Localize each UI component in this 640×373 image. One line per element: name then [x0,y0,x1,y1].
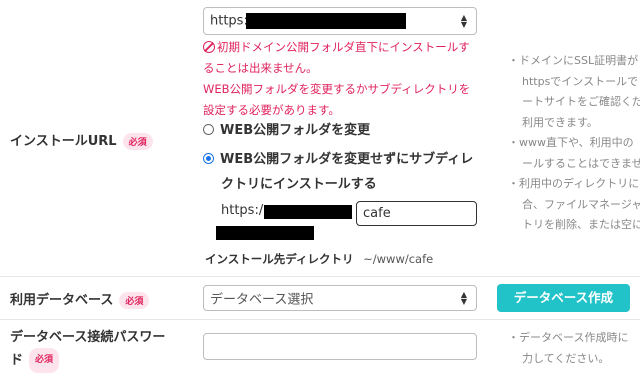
hint-line: 力してください。 [522,351,610,365]
db-password-hints: ・データベース作成時に 力してください。 [508,328,628,369]
row-divider [0,319,640,320]
db-password-label-line-2: ド [10,353,24,368]
database-select-value: データベース選択 [210,292,314,308]
radio-button[interactable] [203,124,214,135]
error-icon [203,40,215,53]
hint-line: 合、ファイルマネージャ [522,197,640,211]
select-arrows-icon: ▲ ▼ [460,13,467,29]
redacted-domain [246,13,406,29]
hint-line: ・www直下や、利用中の [508,136,634,149]
error-line-1: 初期ドメイン公開フォルダ直下にインストールす [203,37,475,58]
subdir-prefix: https:/ [221,203,264,218]
hint-line: httpsでインストールで [522,74,639,88]
redacted-line [216,226,314,240]
install-dir-label: インストール先ディレクトリ [205,252,354,266]
database-label: 利用データベース 必須 [10,289,150,309]
install-dir-row: インストール先ディレクトリ ~/www/cafe [205,251,433,267]
create-database-button[interactable]: データベース作成 [497,284,630,312]
redacted-subdir-domain [264,205,352,219]
error-line-3: WEB公開フォルダを変更するかサブディレクトリを [203,82,471,96]
hint-line: ・データベース作成時に [508,331,629,344]
required-badge: 必須 [119,292,150,309]
radio-subdirectory-label-1: WEB公開フォルダを変更せずにサブディレ [220,152,474,167]
url-scheme-value: https: [210,13,248,29]
db-password-label-line-1: データベース接続パスワー [10,330,166,345]
hint-line: 利用できます。 [522,115,598,129]
required-badge: 必須 [29,348,60,373]
db-password-input[interactable] [203,333,477,360]
hint-line: ・ドメインにSSL証明書が [508,54,639,67]
radio-subdirectory-label-2: クトリにインストールする [221,177,377,192]
install-dir-value: ~/www/cafe [363,252,434,266]
install-url-error: 初期ドメイン公開フォルダ直下にインストールす ることは出来ません。 WEB公開フ… [203,37,475,121]
required-badge: 必須 [122,133,153,150]
radio-button-selected[interactable] [203,153,214,164]
subdirectory-input[interactable] [356,201,477,226]
select-arrows-icon: ▲ ▼ [460,290,467,306]
install-url-label: インストールURL 必須 [10,130,153,150]
radio-subdirectory[interactable]: WEB公開フォルダを変更せずにサブディレ [203,147,473,173]
hint-line: ・利用中のディレクトリに [508,177,640,190]
error-line-2: ることは出来ません。 [203,61,318,75]
database-select[interactable]: データベース選択 ▲ ▼ [203,285,477,311]
hint-line: ートサイトをご確認くだ [522,95,640,108]
radio-change-folder-label: WEB公開フォルダを変更 [220,123,371,138]
radio-change-folder[interactable]: WEB公開フォルダを変更 [203,118,370,144]
row-divider [0,276,640,277]
install-url-hints: ・ドメインにSSL証明書が httpsでインストールで ートサイトをご確認くだ … [508,51,640,236]
hint-line: トリを削除、または空に [522,218,640,231]
hint-line: ールすることはできませ [522,156,640,170]
db-password-label: データベース接続パスワー ド必須 [10,327,165,373]
